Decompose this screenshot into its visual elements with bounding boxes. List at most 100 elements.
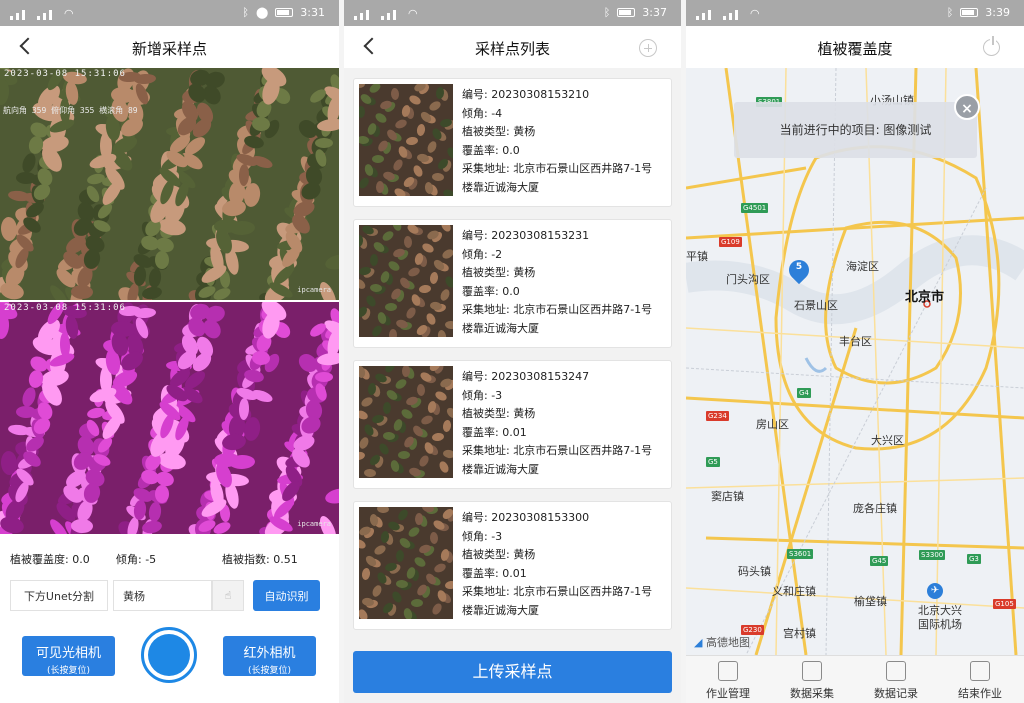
feed-camera-tag: ipcamera xyxy=(297,286,331,294)
map-logo-text: 高德地图 xyxy=(705,636,750,649)
status-time: 3:37 xyxy=(642,6,667,19)
bottom-tab-bar: 作业管理 数据采集 数据记录 结束作业 xyxy=(686,655,1024,703)
signal-icons: ◠ xyxy=(354,7,418,20)
add-sample-screen: ◠ ᛒ ⬤ 3:31 新增采样点 2023-03-08 15:31:06 航向角… xyxy=(0,0,339,703)
feed-camera-tag: ipcamera xyxy=(297,520,331,528)
index-readout: 植被指数: 0.51 xyxy=(222,553,298,566)
status-time: 3:31 xyxy=(300,6,325,19)
capture-shutter-button[interactable] xyxy=(141,627,197,683)
bluetooth-icon: ᛒ xyxy=(946,6,954,19)
list-document-icon xyxy=(886,661,906,681)
road-tag: G3 xyxy=(967,554,981,564)
sample-id: 编号: 20230308153210 xyxy=(462,88,590,101)
wifi-icon: ◠ xyxy=(750,7,760,20)
signal-bar-icon xyxy=(22,10,25,20)
power-icon[interactable] xyxy=(983,36,1000,56)
sample-tilt: 倾角: -3 xyxy=(462,388,503,402)
road-tag: G109 xyxy=(719,237,742,247)
tab-label: 数据记录 xyxy=(874,687,918,700)
visible-feed-image xyxy=(0,68,339,300)
map-label: 北京市 xyxy=(905,290,945,305)
tab-data-records[interactable]: 数据记录 xyxy=(854,656,938,701)
infrared-camera-feed: 2023-03-08 15:31:06 ipcamera xyxy=(0,302,339,534)
sample-card[interactable]: 编号: 20230308153210 倾角: -4 植被类型: 黄杨 覆盖率: 0.0… xyxy=(353,78,672,207)
signal-bar-icon xyxy=(37,16,40,20)
signal-bar-icon xyxy=(43,13,46,20)
coverage-readout: 植被覆盖度: 0.0 xyxy=(10,553,90,566)
species-input[interactable]: 黄杨 xyxy=(113,580,212,611)
sample-details: 编号: 20230308153247 倾角: -3 植被类型: 黄杨 覆盖率: 0.0… xyxy=(462,368,665,479)
road-tag: S3601 xyxy=(787,549,814,559)
location-icon: ⬤ xyxy=(255,6,269,19)
sample-addr2: 楼靠近诚海大厦 xyxy=(462,321,539,335)
hand-tap-icon[interactable]: ☝ xyxy=(212,580,244,611)
sample-details: 编号: 20230308153231 倾角: -2 植被类型: 黄杨 覆盖率: 0.0… xyxy=(462,227,665,338)
sample-details: 编号: 20230308153300 倾角: -3 植被类型: 黄杨 覆盖率: 0.0… xyxy=(462,509,665,620)
sample-id: 编号: 20230308153231 xyxy=(462,229,590,242)
status-bar: ◠ ᛒ 3:39 xyxy=(686,0,1024,26)
road-tag: G45 xyxy=(870,556,889,566)
road-tag: G4501 xyxy=(741,203,769,213)
sample-card[interactable]: 编号: 20230308153247 倾角: -3 植被类型: 黄杨 覆盖率: 0.0… xyxy=(353,360,672,489)
tab-end-task[interactable]: 结束作业 xyxy=(938,656,1022,701)
visible-camera-button[interactable]: 可见光相机 (长按复位) xyxy=(22,636,115,676)
status-bar: ◠ ᛒ 3:37 xyxy=(344,0,681,26)
unet-segment-button[interactable]: 下方Unet分割 xyxy=(10,580,108,611)
sample-tilt: 倾角: -4 xyxy=(462,106,503,120)
add-circle-icon[interactable] xyxy=(639,39,657,57)
calendar-check-icon xyxy=(970,661,990,681)
signal-bar-icon xyxy=(360,13,363,20)
sample-list-screen: ◠ ᛒ 3:37 采样点列表 编号: 20230308153210 倾角: -4 植… xyxy=(344,0,681,703)
sample-id: 编号: 20230308153247 xyxy=(462,370,590,383)
sample-addr2: 楼靠近诚海大厦 xyxy=(462,603,539,617)
battery-icon xyxy=(275,8,294,17)
infrared-camera-button[interactable]: 红外相机 (长按复位) xyxy=(223,636,316,676)
map-label: 义和庄镇 xyxy=(772,585,816,598)
signal-bar-icon xyxy=(696,16,699,20)
map-label: 窦店镇 xyxy=(711,490,744,503)
map-label: 宫村镇 xyxy=(783,627,816,640)
navigation-arrow-icon: ◢ xyxy=(694,636,703,649)
sample-thumbnail xyxy=(359,225,453,337)
marker-count: 5 xyxy=(795,262,803,272)
clipboard-gear-icon xyxy=(718,661,738,681)
sample-thumbnail xyxy=(359,366,453,478)
signal-bar-icon xyxy=(381,16,384,20)
sample-id: 编号: 20230308153300 xyxy=(462,511,590,524)
map-logo: ◢ 高德地图 xyxy=(694,634,750,650)
signal-bar-icon xyxy=(729,13,732,20)
close-icon[interactable]: × xyxy=(954,94,980,120)
sample-coverage: 覆盖率: 0.0 xyxy=(462,284,520,298)
screenshot-root: ◠ ᛒ ⬤ 3:31 新增采样点 2023-03-08 15:31:06 航向角… xyxy=(0,0,1024,703)
airport-icon: ✈ xyxy=(927,583,943,599)
signal-bar-icon xyxy=(393,10,396,20)
tab-label: 结束作业 xyxy=(958,687,1002,700)
wifi-icon: ◠ xyxy=(408,7,418,20)
map-label: 门头沟区 xyxy=(726,273,770,286)
auto-recognize-button[interactable]: 自动识别 xyxy=(253,580,320,611)
tab-data-collection[interactable]: 数据采集 xyxy=(770,656,854,701)
map-view[interactable]: S3801 G4501 G109 G4 G234 G5 S3601 G45 S3… xyxy=(686,68,1024,655)
tab-label: 数据采集 xyxy=(790,687,834,700)
project-banner: 当前进行中的项目: 图像测试 xyxy=(734,102,977,158)
camera-icon xyxy=(802,661,822,681)
sample-addr1: 采集地址: 北京市石景山区西井路7-1号 xyxy=(462,585,653,598)
sample-cluster-marker[interactable]: 5 xyxy=(784,255,814,286)
wifi-icon: ◠ xyxy=(64,7,74,20)
map-label: 海淀区 xyxy=(846,260,879,273)
sample-coverage: 覆盖率: 0.01 xyxy=(462,566,527,580)
tab-task-management[interactable]: 作业管理 xyxy=(686,656,770,701)
battery-icon xyxy=(960,8,979,17)
upload-samples-button[interactable]: 上传采样点 xyxy=(353,651,672,693)
sample-addr2: 楼靠近诚海大厦 xyxy=(462,180,539,194)
map-label: 房山区 xyxy=(756,418,789,431)
road-tag: G234 xyxy=(706,411,729,421)
signal-bar-icon xyxy=(10,16,13,20)
title-bar: 采样点列表 xyxy=(344,26,681,68)
infrared-camera-hint: (长按复位) xyxy=(247,666,292,676)
sample-card[interactable]: 编号: 20230308153231 倾角: -2 植被类型: 黄杨 覆盖率: 0.0… xyxy=(353,219,672,348)
signal-bar-icon xyxy=(387,13,390,20)
sample-addr1: 采集地址: 北京市石景山区西井路7-1号 xyxy=(462,162,653,175)
sample-card[interactable]: 编号: 20230308153300 倾角: -3 植被类型: 黄杨 覆盖率: 0.0… xyxy=(353,501,672,630)
visible-camera-feed: 2023-03-08 15:31:06 航向角 359 俯仰角 355 横滚角 … xyxy=(0,68,339,300)
